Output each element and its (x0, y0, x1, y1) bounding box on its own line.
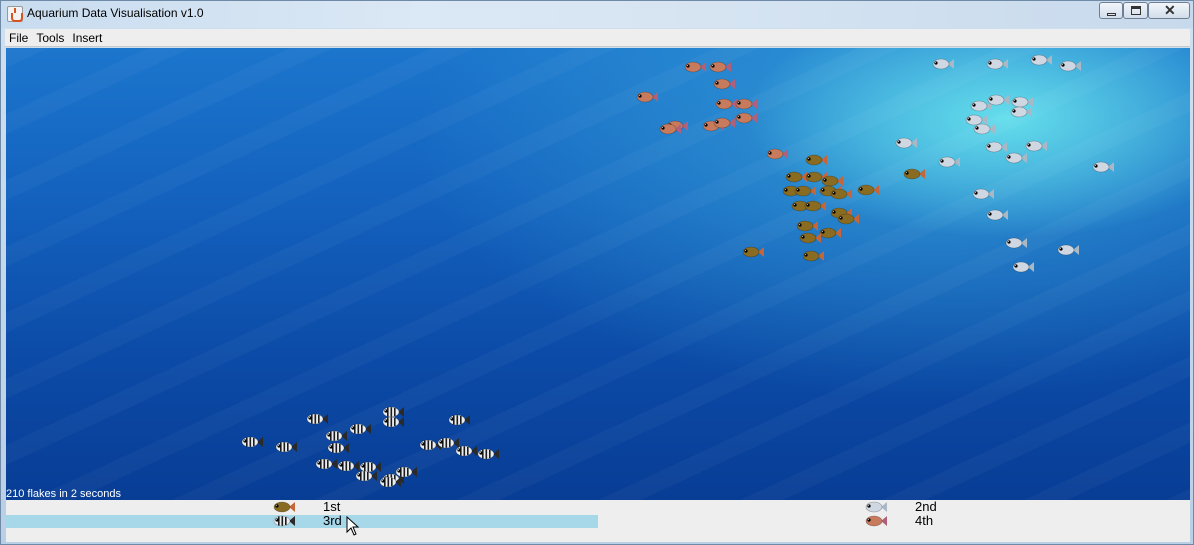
brown-fish (903, 168, 925, 180)
striped-fish (275, 441, 297, 453)
striped-fish (455, 445, 477, 457)
brown-fish (857, 184, 879, 196)
silver-fish (1012, 261, 1034, 273)
striped-fish (477, 448, 499, 460)
close-icon: ✕ (1164, 2, 1176, 18)
brown-fish (796, 220, 818, 232)
striped-fish (306, 413, 328, 425)
silver-fish (1005, 237, 1027, 249)
menu-tools[interactable]: Tools (32, 31, 68, 45)
close-button[interactable]: ✕ (1148, 2, 1190, 19)
brown-fish (830, 188, 852, 200)
fish-layer (6, 48, 1190, 500)
app-window: Aquarium Data Visualisation v1.0 ✕ File … (0, 0, 1194, 545)
brown-fish-icon (272, 501, 296, 513)
red-fish (713, 78, 735, 90)
brown-fish (799, 232, 821, 244)
red-fish (713, 117, 735, 129)
striped-fish (315, 458, 337, 470)
red-fish (735, 112, 757, 124)
menu-bar: File Tools Insert (5, 29, 1190, 47)
brown-fish (805, 154, 827, 166)
brown-fish (794, 185, 816, 197)
legend-label-1st: 1st (323, 499, 341, 514)
striped-fish-icon-graphic (273, 515, 295, 527)
silver-fish (1005, 152, 1027, 164)
minimize-icon (1107, 13, 1116, 16)
red-fish (735, 98, 757, 110)
silver-fish (1092, 161, 1114, 173)
menu-insert[interactable]: Insert (68, 31, 106, 45)
maximize-icon (1131, 6, 1141, 15)
silver-fish-icon-graphic (865, 501, 887, 513)
legend-highlight-row[interactable] (6, 515, 598, 528)
striped-fish (382, 416, 404, 428)
brown-fish-icon-graphic (273, 501, 295, 513)
silver-fish (1010, 106, 1032, 118)
silver-fish (938, 156, 960, 168)
silver-fish-icon (864, 501, 888, 513)
silver-fish (1030, 54, 1052, 66)
java-app-icon[interactable] (7, 6, 23, 22)
silver-fish (932, 58, 954, 70)
legend-label-4th: 4th (915, 513, 934, 528)
red-fish (766, 148, 788, 160)
striped-fish (327, 442, 349, 454)
title-bar[interactable]: Aquarium Data Visualisation v1.0 ✕ (1, 1, 1193, 28)
silver-fish (895, 137, 917, 149)
striped-fish (379, 476, 401, 488)
silver-fish (1059, 60, 1081, 72)
striped-fish (448, 414, 470, 426)
red-fish-icon (864, 515, 888, 527)
minimize-button[interactable] (1099, 2, 1123, 19)
legend-label-2nd: 2nd (915, 499, 937, 514)
striped-fish (349, 423, 371, 435)
status-text: 210 flakes in 2 seconds (6, 488, 121, 500)
red-fish (684, 61, 706, 73)
brown-fish (837, 213, 859, 225)
striped-fish-icon (272, 515, 296, 527)
red-fish (659, 123, 681, 135)
silver-fish (972, 188, 994, 200)
silver-fish (986, 58, 1008, 70)
silver-fish (1025, 140, 1047, 152)
silver-fish (987, 94, 1009, 106)
red-fish (709, 61, 731, 73)
striped-fish (241, 436, 263, 448)
striped-fish (325, 430, 347, 442)
aquarium-view[interactable]: 210 flakes in 2 seconds (6, 48, 1190, 500)
legend-panel: 1st 3rd 2nd 4th (6, 499, 1190, 542)
maximize-button[interactable] (1123, 2, 1148, 19)
silver-fish (1057, 244, 1079, 256)
mouse-cursor-icon (346, 516, 360, 536)
brown-fish (804, 200, 826, 212)
legend-label-3rd: 3rd (323, 513, 342, 528)
red-fish (636, 91, 658, 103)
menu-file[interactable]: File (5, 31, 32, 45)
silver-fish (973, 123, 995, 135)
brown-fish (742, 246, 764, 258)
silver-fish (986, 209, 1008, 221)
striped-fish (355, 470, 377, 482)
window-title: Aquarium Data Visualisation v1.0 (27, 6, 204, 20)
brown-fish (802, 250, 824, 262)
red-fish-icon-graphic (865, 515, 887, 527)
